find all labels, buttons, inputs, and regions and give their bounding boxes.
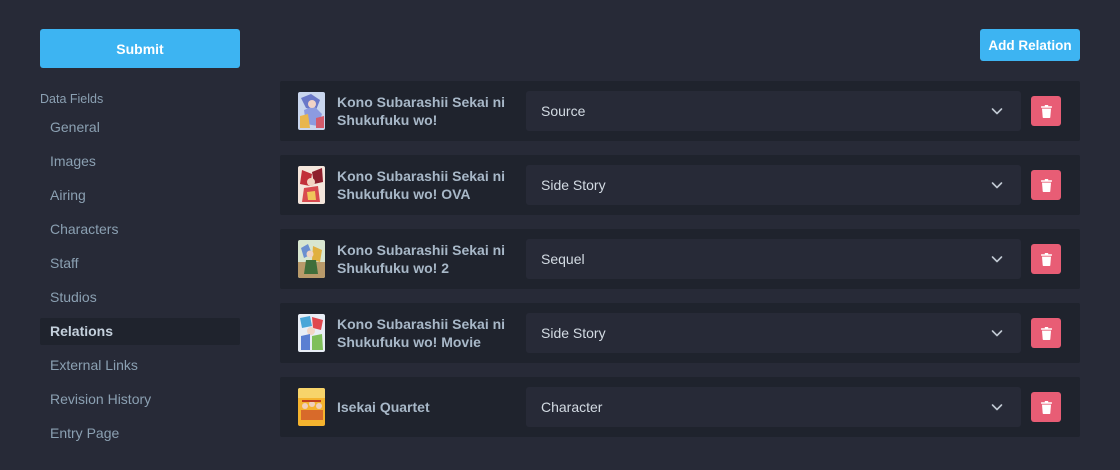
trash-icon <box>1040 326 1052 340</box>
relation-row: Kono Subarashii Sekai ni Shukufuku wo! 2… <box>280 229 1080 289</box>
sidebar-item-general[interactable]: General <box>40 114 240 141</box>
cover-image[interactable] <box>298 166 325 204</box>
relation-type-value: Character <box>541 399 603 415</box>
sidebar-item-airing[interactable]: Airing <box>40 182 240 209</box>
add-relation-button[interactable]: Add Relation <box>980 29 1080 61</box>
relation-type-select[interactable]: Sequel <box>526 239 1021 279</box>
trash-icon <box>1040 252 1052 266</box>
relation-title[interactable]: Kono Subarashii Sekai ni Shukufuku wo! O… <box>337 155 517 215</box>
sidebar-nav: General Images Airing Characters Staff S… <box>40 114 240 447</box>
submit-button[interactable]: Submit <box>40 29 240 68</box>
sidebar-item-revision-history[interactable]: Revision History <box>40 386 240 413</box>
delete-relation-button[interactable] <box>1031 392 1061 422</box>
cover-image[interactable] <box>298 92 325 130</box>
trash-icon <box>1040 104 1052 118</box>
trash-icon <box>1040 400 1052 414</box>
sidebar-item-characters[interactable]: Characters <box>40 216 240 243</box>
relation-row: Kono Subarashii Sekai ni Shukufuku wo! O… <box>280 155 1080 215</box>
delete-relation-button[interactable] <box>1031 244 1061 274</box>
relation-row: Isekai Quartet Character <box>280 377 1080 437</box>
delete-relation-button[interactable] <box>1031 318 1061 348</box>
cover-art-icon <box>298 388 325 426</box>
chevron-down-icon <box>991 330 1003 337</box>
cover-image[interactable] <box>298 388 325 426</box>
relations-editor-page: Submit Data Fields General Images Airing… <box>0 0 1120 470</box>
relation-type-value: Side Story <box>541 177 606 193</box>
cover-art-icon <box>298 92 325 130</box>
chevron-down-icon <box>991 182 1003 189</box>
relation-type-value: Source <box>541 103 586 119</box>
sidebar-item-relations[interactable]: Relations <box>40 318 240 345</box>
data-fields-label: Data Fields <box>40 92 104 106</box>
relation-type-value: Side Story <box>541 325 606 341</box>
sidebar-item-studios[interactable]: Studios <box>40 284 240 311</box>
relation-type-value: Sequel <box>541 251 585 267</box>
relation-title[interactable]: Kono Subarashii Sekai ni Shukufuku wo! <box>337 81 517 141</box>
relation-title[interactable]: Isekai Quartet <box>337 377 517 437</box>
chevron-down-icon <box>991 256 1003 263</box>
trash-icon <box>1040 178 1052 192</box>
relation-type-select[interactable]: Character <box>526 387 1021 427</box>
cover-art-icon <box>298 166 325 204</box>
cover-art-icon <box>298 314 325 352</box>
sidebar: Submit Data Fields General Images Airing… <box>40 29 240 454</box>
sidebar-item-external-links[interactable]: External Links <box>40 352 240 379</box>
cover-image[interactable] <box>298 240 325 278</box>
relation-title[interactable]: Kono Subarashii Sekai ni Shukufuku wo! M… <box>337 303 517 363</box>
cover-art-icon <box>298 240 325 278</box>
sidebar-item-staff[interactable]: Staff <box>40 250 240 277</box>
relations-list: Kono Subarashii Sekai ni Shukufuku wo! S… <box>280 81 1080 451</box>
relation-type-select[interactable]: Side Story <box>526 165 1021 205</box>
relation-row: Kono Subarashii Sekai ni Shukufuku wo! M… <box>280 303 1080 363</box>
cover-image[interactable] <box>298 314 325 352</box>
relation-type-select[interactable]: Side Story <box>526 313 1021 353</box>
relation-type-select[interactable]: Source <box>526 91 1021 131</box>
chevron-down-icon <box>991 108 1003 115</box>
chevron-down-icon <box>991 404 1003 411</box>
relation-row: Kono Subarashii Sekai ni Shukufuku wo! S… <box>280 81 1080 141</box>
sidebar-item-entry-page[interactable]: Entry Page <box>40 420 240 447</box>
delete-relation-button[interactable] <box>1031 170 1061 200</box>
relation-title[interactable]: Kono Subarashii Sekai ni Shukufuku wo! 2 <box>337 229 517 289</box>
sidebar-item-images[interactable]: Images <box>40 148 240 175</box>
delete-relation-button[interactable] <box>1031 96 1061 126</box>
